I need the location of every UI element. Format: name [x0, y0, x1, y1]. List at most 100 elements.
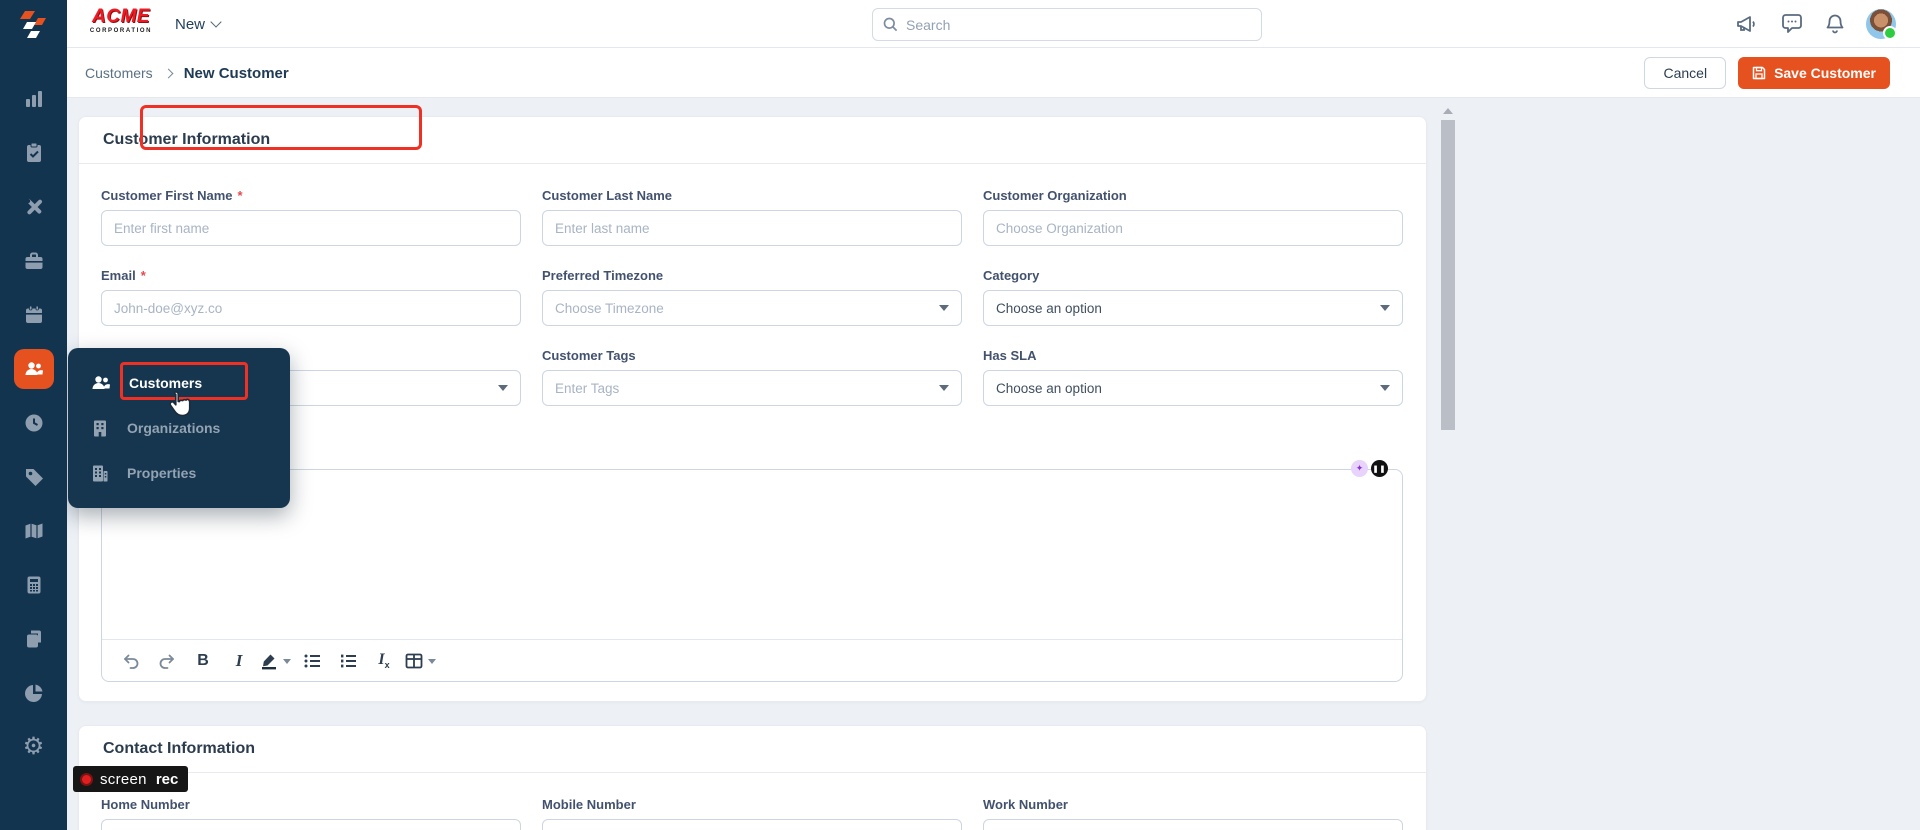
bell-icon — [1826, 14, 1844, 34]
cancel-button[interactable]: Cancel — [1644, 57, 1727, 89]
insert-table-button[interactable] — [405, 646, 436, 676]
main-content: Customer Information Customer First Name… — [67, 98, 1920, 830]
app-sidebar: ⚙ — [0, 0, 67, 830]
timezone-select[interactable]: Choose Timezone — [542, 290, 962, 326]
undo-button[interactable] — [116, 646, 146, 676]
breadcrumb: Customers New Customer — [85, 48, 289, 98]
record-dot-icon — [80, 772, 93, 786]
tools-icon — [25, 198, 42, 215]
clear-formatting-button[interactable]: Ix — [369, 646, 399, 676]
field-customer-tags: Customer Tags Enter Tags — [542, 348, 962, 406]
customers-flyout-menu: Customers Organizations Properties — [68, 348, 290, 508]
home-number-input[interactable] — [101, 819, 521, 830]
flyout-item-organizations[interactable]: Organizations — [68, 405, 290, 450]
first-name-input[interactable] — [101, 210, 521, 246]
save-icon — [1752, 66, 1766, 80]
flyout-item-properties[interactable]: Properties — [68, 450, 290, 495]
field-first-name: Customer First Name * — [101, 188, 521, 246]
sidebar-item-tools[interactable] — [0, 180, 67, 234]
company-logo-subtext: CORPORATION — [89, 28, 153, 34]
user-avatar[interactable] — [1866, 9, 1897, 40]
sidebar-item-briefcase[interactable] — [0, 234, 67, 288]
numbered-list-icon — [341, 654, 356, 668]
sidebar-item-calendar[interactable] — [0, 288, 67, 342]
global-search[interactable] — [872, 8, 1262, 41]
sidebar-item-customers[interactable] — [0, 342, 67, 396]
flyout-item-customers[interactable]: Customers — [68, 360, 290, 405]
messages-button[interactable] — [1780, 13, 1804, 35]
numbered-list-button[interactable] — [333, 646, 363, 676]
sidebar-item-tickets[interactable] — [0, 126, 67, 180]
redo-button[interactable] — [152, 646, 182, 676]
table-icon — [405, 653, 423, 669]
home-number-label: Home Number — [101, 797, 190, 812]
scrollbar-thumb[interactable] — [1440, 120, 1455, 430]
first-name-label: Customer First Name — [101, 188, 233, 203]
sidebar-item-time[interactable] — [0, 396, 67, 450]
sidebar-item-calculator[interactable] — [0, 558, 67, 612]
flyout-customers-label: Customers — [129, 374, 203, 391]
undo-icon — [124, 654, 139, 669]
field-organization: Customer Organization — [983, 188, 1403, 246]
mobile-number-input[interactable] — [542, 819, 962, 830]
flyout-organizations-label: Organizations — [127, 419, 221, 436]
search-input[interactable] — [906, 16, 1251, 33]
pause-badge[interactable]: ❚❚ — [1371, 460, 1388, 477]
new-menu-button[interactable]: New — [175, 0, 222, 48]
field-email: Email * — [101, 268, 521, 326]
sidebar-item-maps[interactable] — [0, 504, 67, 558]
breadcrumb-new-customer: New Customer — [183, 64, 289, 82]
watermark-brand: screen — [100, 770, 147, 788]
new-menu-label: New — [175, 15, 206, 33]
work-number-input[interactable] — [983, 819, 1403, 830]
has-sla-select[interactable]: Choose an option — [983, 370, 1403, 406]
search-icon — [883, 17, 898, 32]
bulleted-list-button[interactable] — [297, 646, 327, 676]
notifications-button[interactable] — [1825, 13, 1845, 35]
chevron-down-icon — [283, 658, 291, 664]
clear-formatting-icon: Ix — [378, 651, 390, 671]
editor-assist-badges: ✦ ❚❚ — [1351, 460, 1388, 477]
megaphone-icon — [1737, 16, 1755, 32]
calendar-icon — [25, 305, 42, 323]
category-label: Category — [983, 268, 1040, 283]
sidebar-item-documents[interactable] — [0, 612, 67, 666]
breadcrumb-customers[interactable]: Customers — [85, 65, 153, 81]
category-select[interactable]: Choose an option — [983, 290, 1403, 326]
content-scrollbar[interactable] — [1440, 98, 1455, 830]
map-icon — [25, 523, 42, 539]
email-input[interactable] — [101, 290, 521, 326]
bold-button[interactable]: B — [188, 646, 218, 676]
ai-sparkle-badge[interactable]: ✦ — [1351, 460, 1368, 477]
chevron-down-icon — [210, 16, 222, 28]
sidebar-item-reports[interactable] — [0, 666, 67, 720]
announcements-button[interactable] — [1735, 13, 1759, 35]
copy-pages-icon — [26, 630, 41, 648]
highlight-pen-icon — [262, 654, 276, 670]
scrollbar-up-arrow[interactable] — [1442, 108, 1453, 114]
flyout-properties-label: Properties — [127, 464, 197, 481]
briefcase-icon — [25, 252, 42, 269]
has-sla-label: Has SLA — [983, 348, 1037, 363]
save-customer-button[interactable]: Save Customer — [1738, 57, 1890, 89]
sidebar-item-tags[interactable] — [0, 450, 67, 504]
organization-input[interactable] — [983, 210, 1403, 246]
app-logo[interactable] — [0, 0, 67, 48]
field-timezone: Preferred Timezone Choose Timezone — [542, 268, 962, 326]
editor-text-area[interactable] — [102, 470, 1402, 639]
required-asterisk: * — [140, 268, 146, 283]
highlight-color-button[interactable] — [260, 646, 291, 676]
customers-people-icon — [92, 375, 110, 389]
chat-bubble-icon — [1782, 14, 1802, 33]
sidebar-item-dashboard[interactable] — [0, 72, 67, 126]
form-actions: Cancel Save Customer — [1644, 57, 1890, 89]
sidebar-item-settings[interactable]: ⚙ — [0, 720, 67, 774]
top-navbar: ACME CORPORATION New — [67, 0, 1920, 48]
organization-building-icon — [94, 420, 106, 436]
customer-tags-select[interactable]: Enter Tags — [542, 370, 962, 406]
chevron-down-icon — [428, 658, 436, 664]
italic-button[interactable]: I — [224, 646, 254, 676]
pie-chart-icon — [24, 684, 42, 702]
last-name-input[interactable] — [542, 210, 962, 246]
mobile-number-label: Mobile Number — [542, 797, 636, 812]
